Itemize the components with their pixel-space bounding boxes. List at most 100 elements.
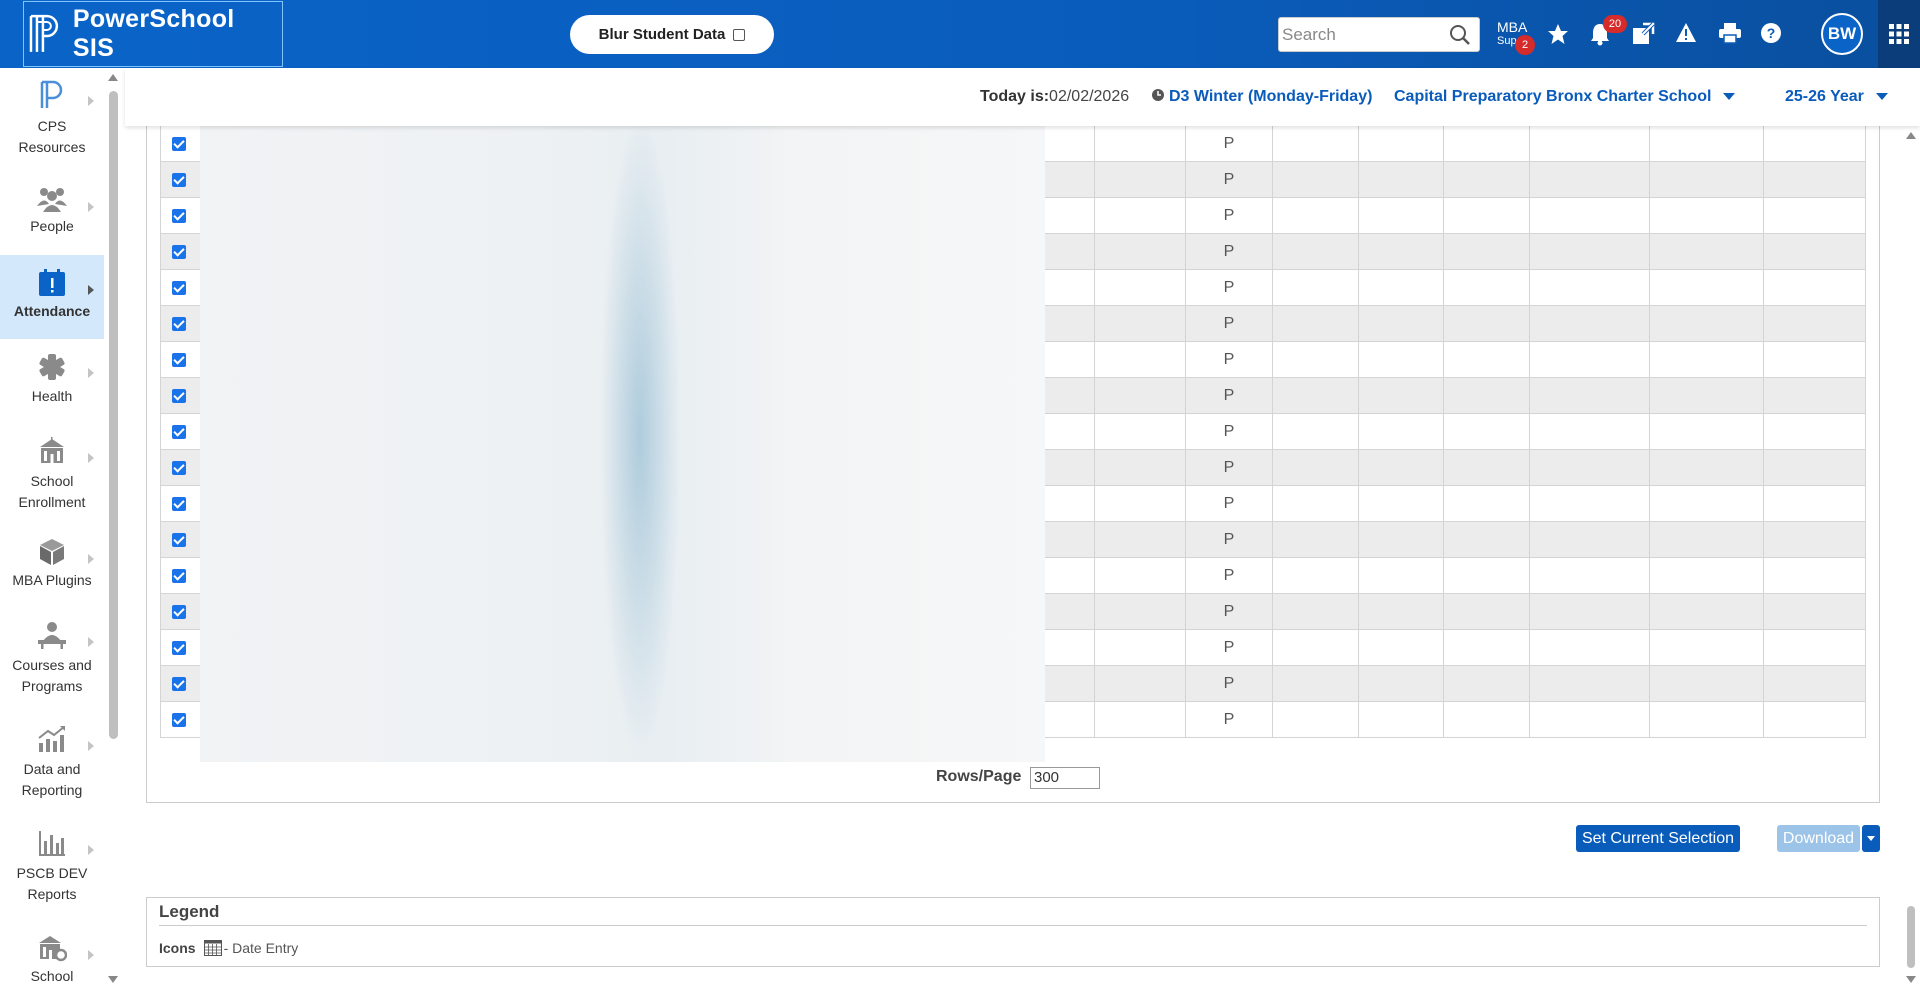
attendance-code[interactable]: P (1186, 603, 1272, 621)
cell-divider (1094, 270, 1095, 306)
cell-divider (1649, 198, 1650, 234)
scroll-up-icon[interactable] (1906, 132, 1916, 139)
row-checkbox[interactable] (172, 533, 186, 547)
cell-divider (1529, 666, 1530, 702)
scroll-down-icon[interactable] (1906, 976, 1916, 983)
app-switcher-button[interactable] (1878, 0, 1920, 68)
sidebar-scroll-thumb[interactable] (109, 91, 118, 739)
blur-checkbox[interactable] (733, 28, 746, 41)
cell-divider (1865, 414, 1866, 450)
attendance-code[interactable]: P (1186, 135, 1272, 153)
search-input[interactable]: Search (1278, 17, 1480, 52)
row-checkbox[interactable] (172, 641, 186, 655)
app-title: PowerSchool SIS (72, 5, 235, 62)
blur-student-data-toggle[interactable]: Blur Student Data (570, 15, 774, 54)
cell-divider (1443, 522, 1444, 558)
row-checkbox[interactable] (172, 497, 186, 511)
app-logo[interactable]: PowerSchool SIS (23, 1, 283, 67)
cell-divider (1358, 378, 1359, 414)
cell-divider (1094, 630, 1095, 666)
sidebar-item-school[interactable]: School (0, 934, 104, 988)
main-scrollbar[interactable] (1902, 126, 1920, 988)
attendance-code[interactable]: P (1186, 315, 1272, 333)
sidebar-item-pscb-dev-reports[interactable]: PSCB DEV Reports (0, 829, 104, 913)
attendance-code[interactable]: P (1186, 351, 1272, 369)
row-checkbox[interactable] (172, 461, 186, 475)
attendance-code[interactable]: P (1186, 423, 1272, 441)
row-checkbox[interactable] (172, 425, 186, 439)
scroll-up-icon[interactable] (108, 74, 118, 81)
cell-divider (160, 522, 161, 558)
attendance-code[interactable]: P (1186, 639, 1272, 657)
row-checkbox[interactable] (172, 677, 186, 691)
sidebar-item-cps-resources[interactable]: CPS Resources (0, 80, 104, 170)
attendance-code[interactable]: P (1186, 387, 1272, 405)
attendance-code[interactable]: P (1186, 675, 1272, 693)
cell-divider (1443, 558, 1444, 594)
row-checkbox[interactable] (172, 605, 186, 619)
cell-divider (1358, 702, 1359, 738)
school-label: Capital Preparatory Bronx Charter School (1394, 88, 1712, 105)
sidebar-scrollbar[interactable] (105, 68, 122, 988)
attendance-code[interactable]: P (1186, 711, 1272, 729)
cell-divider (1865, 126, 1866, 162)
sidebar-item-courses-and-programs[interactable]: Courses and Programs (0, 621, 104, 705)
search-icon[interactable] (1449, 24, 1471, 46)
year-selector[interactable]: 25-26 Year (1785, 88, 1888, 106)
sidebar-item-attendance[interactable]: Attendance (0, 255, 104, 339)
sidebar-item-health[interactable]: Health (0, 352, 104, 422)
row-checkbox[interactable] (172, 569, 186, 583)
cell-divider (160, 126, 161, 162)
user-avatar[interactable]: BW (1821, 13, 1863, 55)
cell-divider (1649, 126, 1650, 162)
main-scroll-thumb[interactable] (1907, 906, 1915, 968)
print-icon[interactable] (1718, 22, 1742, 44)
attendance-code[interactable]: P (1186, 207, 1272, 225)
bar-chart-icon (39, 831, 65, 856)
cell-divider (1865, 486, 1866, 522)
sidebar-item-data-and-reporting[interactable]: Data and Reporting (0, 725, 104, 809)
cell-divider (1094, 594, 1095, 630)
set-current-selection-button[interactable]: Set Current Selection (1576, 825, 1740, 852)
school-selector[interactable]: Capital Preparatory Bronx Charter School (1394, 88, 1736, 106)
favorites-star-icon[interactable] (1546, 22, 1570, 46)
chevron-right-icon (88, 741, 94, 751)
row-checkbox[interactable] (172, 245, 186, 259)
attendance-code[interactable]: P (1186, 243, 1272, 261)
cell-divider (1358, 558, 1359, 594)
row-checkbox[interactable] (172, 713, 186, 727)
sidebar-item-mba-plugins[interactable]: MBA Plugins (0, 538, 104, 608)
cell-divider (1649, 630, 1650, 666)
attendance-code[interactable]: P (1186, 495, 1272, 513)
alert-warning-icon[interactable] (1675, 22, 1697, 44)
scroll-down-icon[interactable] (108, 976, 118, 983)
cell-divider (160, 666, 161, 702)
download-button[interactable]: Download (1777, 825, 1860, 852)
cell-divider (1358, 486, 1359, 522)
cell-divider (1094, 666, 1095, 702)
row-checkbox[interactable] (172, 317, 186, 331)
attendance-code[interactable]: P (1186, 567, 1272, 585)
row-checkbox[interactable] (172, 353, 186, 367)
attendance-code[interactable]: P (1186, 279, 1272, 297)
cell-divider (1443, 162, 1444, 198)
chevron-right-icon (88, 96, 94, 106)
attendance-code[interactable]: P (1186, 531, 1272, 549)
row-checkbox[interactable] (172, 209, 186, 223)
row-checkbox[interactable] (172, 137, 186, 151)
external-link-icon[interactable] (1631, 22, 1655, 46)
cell-divider (1865, 630, 1866, 666)
sidebar-item-people[interactable]: People (0, 186, 104, 256)
attendance-code[interactable]: P (1186, 459, 1272, 477)
term-selector[interactable]: D3 Winter (Monday-Friday) (1151, 88, 1372, 106)
top-header: PowerSchool SIS Blur Student Data Search… (0, 0, 1920, 68)
rows-per-page-input[interactable]: 300 (1030, 767, 1100, 789)
row-checkbox[interactable] (172, 389, 186, 403)
download-menu-button[interactable] (1862, 825, 1880, 852)
help-icon[interactable]: ? (1760, 22, 1782, 44)
row-checkbox[interactable] (172, 173, 186, 187)
attendance-code[interactable]: P (1186, 171, 1272, 189)
row-checkbox[interactable] (172, 281, 186, 295)
cell-divider (1358, 270, 1359, 306)
sidebar-item-school-enrollment[interactable]: School Enrollment (0, 437, 104, 521)
